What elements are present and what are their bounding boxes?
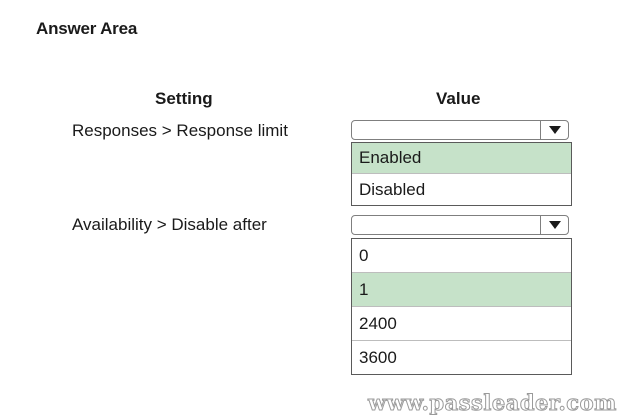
disable-after-dropdown[interactable] — [351, 215, 569, 235]
dropdown-arrow-button[interactable] — [540, 216, 568, 234]
setting-label-response-limit: Responses > Response limit — [72, 121, 288, 140]
option-1[interactable]: 1 — [352, 273, 571, 307]
chevron-down-icon — [548, 221, 561, 229]
column-header-setting: Setting — [155, 89, 213, 108]
response-limit-option-list: Enabled Disabled — [351, 142, 572, 206]
dropdown-arrow-button[interactable] — [540, 121, 568, 139]
answer-area-title: Answer Area — [36, 19, 138, 38]
option-0[interactable]: 0 — [352, 239, 571, 273]
option-enabled[interactable]: Enabled — [352, 143, 571, 174]
option-disabled[interactable]: Disabled — [352, 174, 571, 205]
response-limit-dropdown[interactable] — [351, 120, 569, 140]
option-3600[interactable]: 3600 — [352, 341, 571, 375]
option-2400[interactable]: 2400 — [352, 307, 571, 341]
chevron-down-icon — [548, 126, 561, 134]
column-header-value: Value — [436, 89, 481, 108]
setting-label-disable-after: Availability > Disable after — [72, 215, 267, 234]
disable-after-option-list: 0 1 2400 3600 — [351, 238, 572, 375]
watermark: www.passleader.com — [368, 390, 617, 416]
